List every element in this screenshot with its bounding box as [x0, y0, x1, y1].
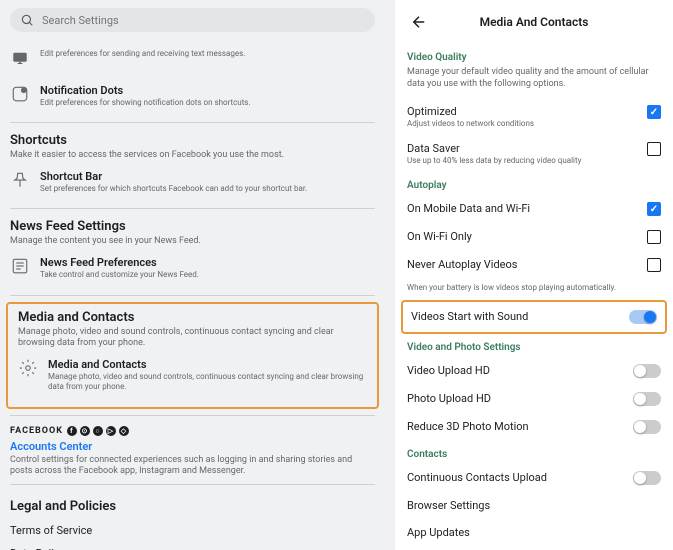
page-title: Media And Contacts: [407, 15, 661, 29]
facebook-label: FACEBOOK f⊙○▷◇: [10, 426, 375, 436]
item-title: Shortcut Bar: [40, 170, 375, 183]
notification-dot-icon: [10, 84, 30, 104]
item-desc: Take control and customize your News Fee…: [40, 270, 375, 280]
item-desc: Manage photo, video and sound controls, …: [48, 372, 367, 393]
section-title: Shortcuts: [10, 133, 375, 148]
item-texting[interactable]: Edit preferences for sending and receivi…: [0, 40, 385, 76]
toggle-video-hd[interactable]: [633, 364, 661, 378]
legal-title: Legal and Policies: [10, 499, 375, 514]
row-photo-upload-hd[interactable]: Photo Upload HD: [407, 385, 661, 413]
fb-app-icons: f⊙○▷◇: [67, 426, 129, 436]
section-title: News Feed Settings: [10, 219, 375, 234]
row-autoplay-wifi[interactable]: On Wi-Fi Only: [407, 223, 661, 251]
highlight-sound: Videos Start with Sound: [401, 300, 667, 334]
item-title: Media and Contacts: [48, 358, 367, 371]
row-videos-sound[interactable]: Videos Start with Sound: [411, 306, 657, 328]
section-desc: Manage the content you see in your News …: [10, 236, 375, 248]
divider: [10, 122, 375, 123]
item-notification-dots[interactable]: Notification Dots Edit preferences for s…: [0, 76, 385, 116]
cat-video-quality: Video Quality: [407, 52, 661, 63]
row-video-upload-hd[interactable]: Video Upload HD: [407, 357, 661, 385]
feed-icon: [10, 256, 30, 276]
search-bar[interactable]: [10, 8, 375, 32]
toggle-contacts-upload[interactable]: [633, 471, 661, 485]
item-newsfeed-prefs[interactable]: News Feed Preferences Take control and c…: [0, 248, 385, 288]
section-newsfeed: News Feed Settings Manage the content yo…: [10, 219, 375, 248]
row-reduce-3d[interactable]: Reduce 3D Photo Motion: [407, 413, 661, 441]
checkbox-autoplay-never[interactable]: [647, 258, 661, 272]
item-desc: Edit preferences for showing notificatio…: [40, 98, 375, 108]
toggle-reduce-3d[interactable]: [633, 420, 661, 434]
row-autoplay-never[interactable]: Never Autoplay Videos: [407, 251, 661, 279]
gear-icon: [18, 358, 38, 378]
legal-terms[interactable]: Terms of Service: [10, 524, 375, 537]
divider: [10, 484, 375, 485]
accounts-desc: Control settings for connected experienc…: [10, 455, 375, 478]
section-media: Media and Contacts Manage photo, video a…: [18, 310, 367, 350]
item-shortcut-bar[interactable]: Shortcut Bar Set preferences for which s…: [0, 162, 385, 202]
row-autoplay-mobile-wifi[interactable]: On Mobile Data and Wi-Fi: [407, 195, 661, 223]
cat-contacts: Contacts: [407, 449, 661, 460]
cat-autoplay: Autoplay: [407, 180, 661, 191]
search-icon: [20, 13, 34, 27]
divider: [10, 295, 375, 296]
cat-desc: Manage your default video quality and th…: [407, 67, 661, 90]
divider: [10, 208, 375, 209]
search-input[interactable]: [42, 14, 365, 27]
item-desc: Set preferences for which shortcuts Face…: [40, 184, 375, 194]
autoplay-note: When your battery is low videos stop pla…: [407, 283, 661, 292]
row-browser-settings[interactable]: Browser Settings: [407, 492, 661, 519]
item-title: Notification Dots: [40, 84, 375, 97]
item-title: News Feed Preferences: [40, 256, 375, 269]
checkbox-data-saver[interactable]: [647, 142, 661, 156]
row-data-saver[interactable]: Data SaverUse up to 40% less data by red…: [407, 135, 661, 172]
right-header: Media And Contacts: [407, 0, 661, 44]
toggle-photo-hd[interactable]: [633, 392, 661, 406]
item-desc: Edit preferences for sending and receivi…: [40, 49, 375, 59]
toggle-videos-sound[interactable]: [629, 310, 657, 324]
divider: [10, 415, 375, 416]
accounts-center-link[interactable]: Accounts Center: [10, 440, 375, 453]
row-contacts-upload[interactable]: Continuous Contacts Upload: [407, 464, 661, 492]
checkbox-autoplay-wifi[interactable]: [647, 230, 661, 244]
checkbox-optimized[interactable]: [647, 105, 661, 119]
row-optimized[interactable]: OptimizedAdjust videos to network condit…: [407, 98, 661, 135]
pin-icon: [10, 170, 30, 190]
section-shortcuts: Shortcuts Make it easier to access the s…: [10, 133, 375, 162]
section-desc: Manage photo, video and sound controls, …: [18, 327, 367, 350]
highlight-media-contacts: Media and Contacts Manage photo, video a…: [6, 302, 379, 409]
chat-icon: [10, 48, 30, 68]
section-title: Media and Contacts: [18, 310, 367, 325]
section-desc: Make it easier to access the services on…: [10, 150, 375, 162]
item-media-contacts[interactable]: Media and Contacts Manage photo, video a…: [8, 350, 377, 401]
checkbox-autoplay-mobile[interactable]: [647, 202, 661, 216]
row-app-updates[interactable]: App Updates: [407, 519, 661, 546]
cat-video-photo: Video and Photo Settings: [407, 342, 661, 353]
